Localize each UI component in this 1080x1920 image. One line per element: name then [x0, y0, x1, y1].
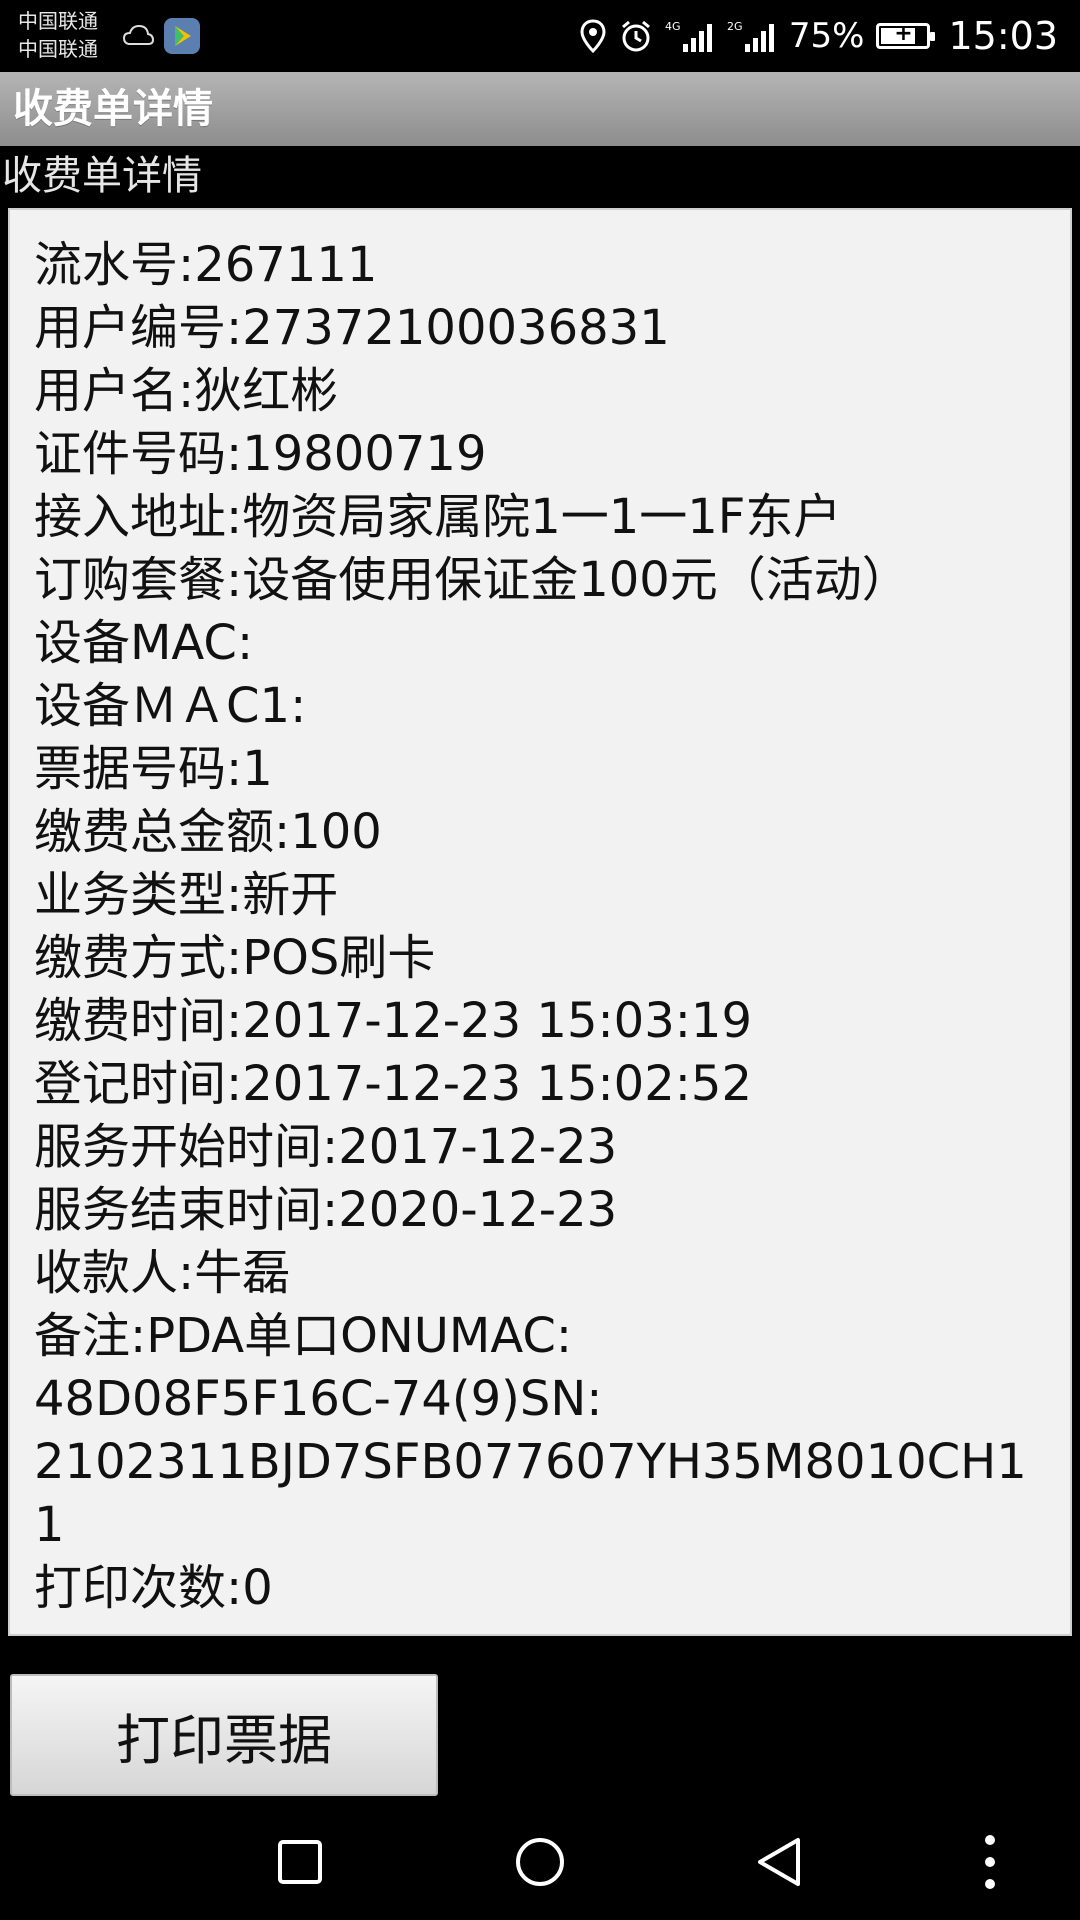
svg-text:2G: 2G — [727, 20, 743, 33]
detail-payee: 收款人牛磊 — [34, 1242, 1044, 1305]
detail-service-start: 服务开始时间2017-12-23 — [34, 1116, 1044, 1179]
play-store-icon — [164, 18, 200, 54]
detail-device-mac: 设备MAC — [34, 612, 1044, 675]
home-icon[interactable] — [508, 1830, 572, 1894]
section-label: 收费单详情 — [2, 153, 202, 199]
detail-user-id: 用户编号27372100036831 — [34, 297, 1044, 360]
detail-address: 接入地址物资局家属院1一1一1F东户 — [34, 486, 1044, 549]
detail-register-time: 登记时间2017-12-23 15:02:52 — [34, 1053, 1044, 1116]
signal-2-icon: 2G — [727, 20, 774, 52]
app-title: 收费单详情 — [13, 86, 213, 132]
detail-package: 订购套餐设备使用保证金100元（活动） — [34, 549, 1044, 612]
carrier-2: 中国联通 — [18, 37, 98, 61]
detail-list: 流水号267111 用户编号27372100036831 用户名狄红彬 证件号码… — [34, 234, 1044, 1620]
clock: 15:03 — [948, 14, 1058, 58]
detail-service-end: 服务结束时间2020-12-23 — [34, 1179, 1044, 1242]
navigation-bar — [0, 1800, 1080, 1920]
detail-remark-line-2: 48D08F5F16C-74(9)SN: — [34, 1371, 603, 1427]
detail-business-type: 业务类型新开 — [34, 864, 1044, 927]
recents-icon[interactable] — [268, 1830, 332, 1894]
detail-payment-method: 缴费方式POS刷卡 — [34, 927, 1044, 990]
back-icon[interactable] — [748, 1830, 812, 1894]
detail-user-name: 用户名狄红彬 — [34, 360, 1044, 423]
carrier-1: 中国联通 — [18, 9, 98, 33]
detail-total-amount: 缴费总金额100 — [34, 801, 1044, 864]
carrier-info: 中国联通 中国联通 — [18, 7, 98, 63]
detail-device-mac1: 设备ＭＡC1 — [34, 675, 1044, 738]
svg-text:4G: 4G — [665, 20, 681, 33]
receipt-detail-card: 流水号267111 用户编号27372100036831 用户名狄红彬 证件号码… — [8, 208, 1072, 1636]
more-icon[interactable] — [958, 1830, 1022, 1894]
status-indicators: 4G 2G 75% + 15:03 — [579, 12, 1058, 60]
print-receipt-button[interactable]: 打印票据 — [10, 1674, 438, 1796]
battery-icon: + — [876, 22, 936, 49]
battery-percent: 75% — [788, 16, 865, 56]
detail-print-count: 打印次数0 — [34, 1557, 1044, 1620]
alarm-icon — [621, 20, 650, 52]
status-bar: 中国联通 中国联通 4G 2G 75% + 15:03 — [0, 0, 1080, 72]
detail-id-number: 证件号码19800719 — [34, 423, 1044, 486]
detail-remark: 备注PDA单口ONUMAC: — [34, 1305, 1044, 1368]
detail-receipt-number: 票据号码1 — [34, 738, 1044, 801]
app-title-bar: 收费单详情 — [0, 72, 1080, 146]
detail-serial-number: 流水号267111 — [34, 234, 1044, 297]
detail-remark-line-3: 2102311BJD7SFB077607YH35M8010CH11 — [34, 1434, 1027, 1553]
location-icon — [580, 19, 606, 53]
detail-payment-time: 缴费时间2017-12-23 15:03:19 — [34, 990, 1044, 1053]
signal-icon: 4G — [665, 20, 712, 52]
weather-icon — [122, 24, 154, 45]
